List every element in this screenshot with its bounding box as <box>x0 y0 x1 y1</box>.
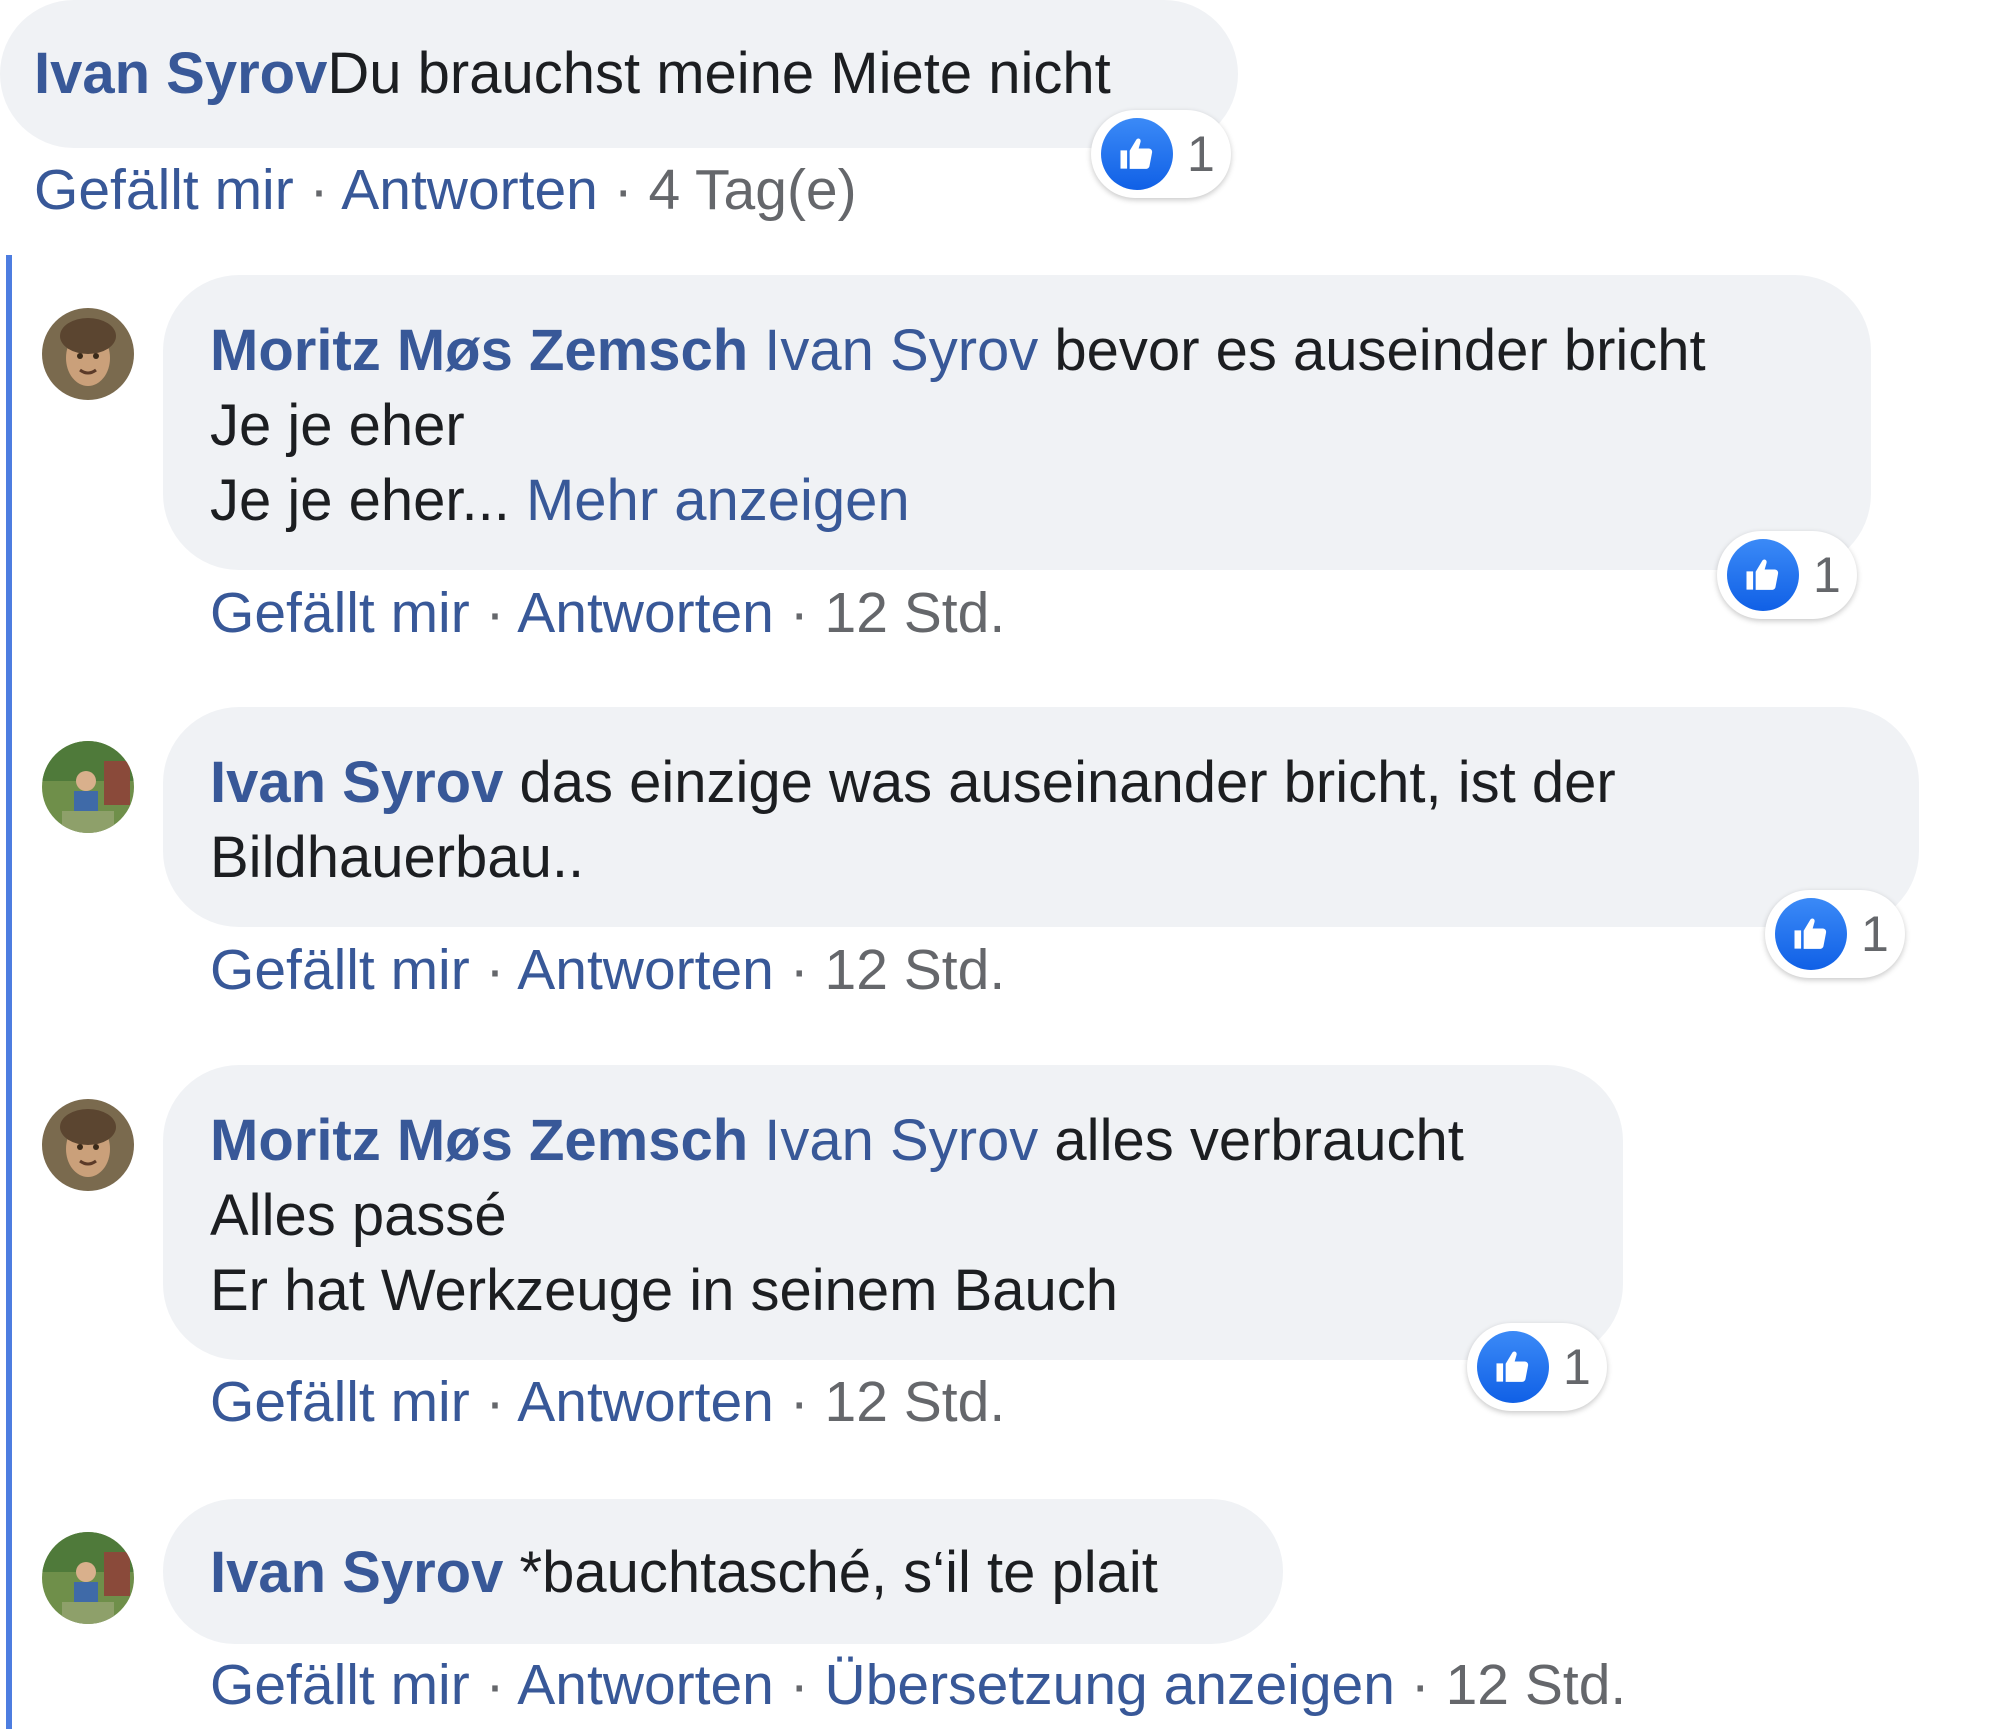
avatar[interactable] <box>42 308 134 400</box>
reply-bubble: Ivan Syrov *bauchtasché, s‘il te plait <box>163 1499 1283 1644</box>
thread-line <box>6 255 12 1729</box>
reply-text: *bauchtasché, s‘il te plait <box>519 1540 1158 1605</box>
comment-text: Du brauchst meine Miete nicht <box>327 41 1111 106</box>
separator: · <box>485 1370 505 1434</box>
separator: · <box>613 158 633 222</box>
timestamp[interactable]: 12 Std. <box>825 1370 1006 1434</box>
comment-bubble: Ivan SyrovDu brauchst meine Miete nicht <box>0 0 1238 148</box>
timestamp[interactable]: 4 Tag(e) <box>649 158 857 222</box>
separator: · <box>789 1653 809 1717</box>
thumbs-up-icon <box>1101 118 1173 190</box>
separator: · <box>789 581 809 645</box>
reply-button[interactable]: Antworten <box>517 581 774 645</box>
thumbs-up-icon <box>1727 539 1799 611</box>
reply-author[interactable]: Moritz Møs Zemsch <box>210 1108 748 1173</box>
like-button[interactable]: Gefällt mir <box>34 158 294 222</box>
comment-author[interactable]: Ivan Syrov <box>34 41 327 106</box>
reaction-count: 1 <box>1563 1339 1591 1395</box>
separator: · <box>789 1370 809 1434</box>
reply-button[interactable]: Antworten <box>517 1370 774 1434</box>
reply-text: bevor es auseinder bricht <box>1054 318 1706 383</box>
like-button[interactable]: Gefällt mir <box>210 581 470 645</box>
separator: · <box>1410 1653 1430 1717</box>
timestamp[interactable]: 12 Std. <box>1446 1653 1627 1717</box>
reply-text: das einzige was auseinander bricht, ist … <box>519 750 1616 815</box>
timestamp[interactable]: 12 Std. <box>825 938 1006 1002</box>
reply-text: Bildhauerbau.. <box>210 825 585 890</box>
avatar[interactable] <box>42 741 134 833</box>
reply-button[interactable]: Antworten <box>517 938 774 1002</box>
reaction-count: 1 <box>1187 126 1215 182</box>
reply-actions: Gefällt mir · Antworten · 12 Std. <box>210 578 1005 648</box>
reaction-badge[interactable]: 1 <box>1717 531 1857 619</box>
like-button[interactable]: Gefällt mir <box>210 1370 470 1434</box>
reaction-count: 1 <box>1813 547 1841 603</box>
reply-actions: Gefällt mir · Antworten · Übersetzung an… <box>210 1650 1626 1720</box>
reply-author[interactable]: Ivan Syrov <box>210 750 503 815</box>
reply-bubble: Moritz Møs Zemsch Ivan Syrov alles verbr… <box>163 1065 1623 1360</box>
avatar[interactable] <box>42 1099 134 1191</box>
separator: · <box>309 158 329 222</box>
avatar[interactable] <box>42 1532 134 1624</box>
see-more-link[interactable]: Mehr anzeigen <box>526 468 910 533</box>
reply-button[interactable]: Antworten <box>341 158 598 222</box>
separator: · <box>789 938 809 1002</box>
translate-button[interactable]: Übersetzung anzeigen <box>825 1653 1395 1717</box>
reply-text: Je je eher... <box>210 468 510 533</box>
reply-author[interactable]: Ivan Syrov <box>210 1540 503 1605</box>
reply-author[interactable]: Moritz Møs Zemsch <box>210 318 748 383</box>
thumbs-up-icon <box>1477 1331 1549 1403</box>
reaction-count: 1 <box>1861 906 1889 962</box>
mention-link[interactable]: Ivan Syrov <box>764 1108 1038 1173</box>
reaction-badge[interactable]: 1 <box>1091 110 1231 198</box>
mention-link[interactable]: Ivan Syrov <box>764 318 1038 383</box>
comment-actions: Gefällt mir · Antworten · 4 Tag(e) <box>34 155 857 225</box>
separator: · <box>485 1653 505 1717</box>
timestamp[interactable]: 12 Std. <box>825 581 1006 645</box>
reply-text: alles verbraucht <box>1054 1108 1464 1173</box>
reply-actions: Gefällt mir · Antworten · 12 Std. <box>210 935 1005 1005</box>
separator: · <box>485 938 505 1002</box>
like-button[interactable]: Gefällt mir <box>210 938 470 1002</box>
reply-button[interactable]: Antworten <box>517 1653 774 1717</box>
reply-text: Er hat Werkzeuge in seinem Bauch <box>210 1258 1119 1323</box>
reply-bubble: Moritz Møs Zemsch Ivan Syrov bevor es au… <box>163 275 1871 570</box>
reaction-badge[interactable]: 1 <box>1765 890 1905 978</box>
thumbs-up-icon <box>1775 898 1847 970</box>
reply-text: Je je eher <box>210 393 465 458</box>
reply-actions: Gefällt mir · Antworten · 12 Std. <box>210 1367 1005 1437</box>
reply-text: Alles passé <box>210 1183 507 1248</box>
reaction-badge[interactable]: 1 <box>1467 1323 1607 1411</box>
like-button[interactable]: Gefällt mir <box>210 1653 470 1717</box>
reply-bubble: Ivan Syrov das einzige was auseinander b… <box>163 707 1919 927</box>
separator: · <box>485 581 505 645</box>
